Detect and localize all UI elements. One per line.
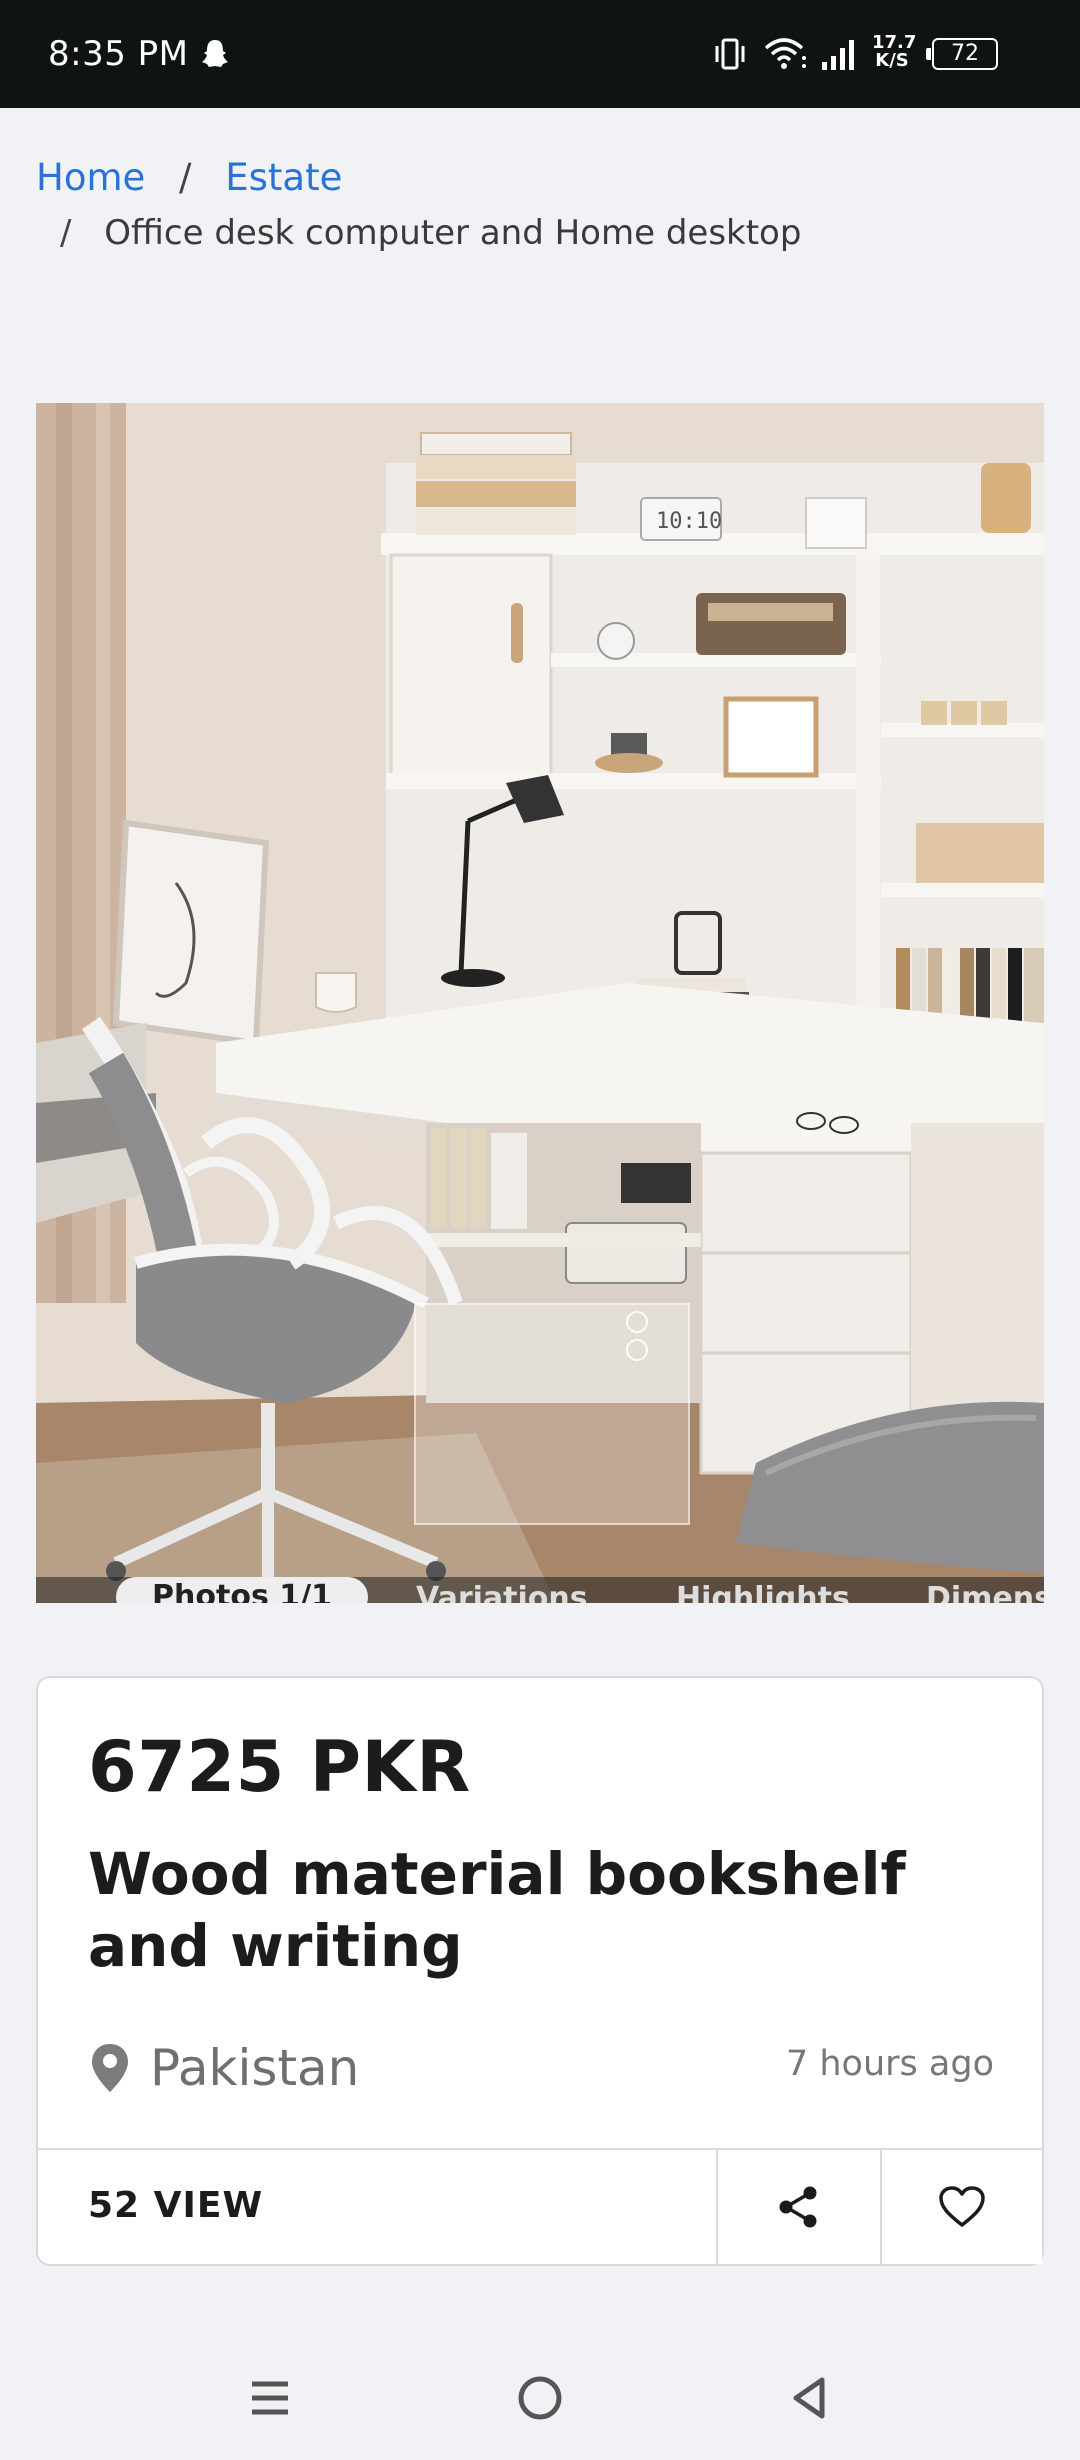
thumbnail-preview[interactable]: [414, 1303, 690, 1525]
status-bar: 8:35 PM 17.7 K/S 72: [0, 0, 1080, 108]
favorite-button[interactable]: [880, 2150, 1042, 2264]
tab-photos[interactable]: Photos 1/1: [116, 1577, 368, 1603]
breadcrumb-current: Office desk computer and Home desktop: [104, 213, 802, 253]
share-icon: [779, 2186, 817, 2228]
listing-card: 6725 PKR Wood material bookshelf and wri…: [36, 1676, 1044, 2266]
navigation-bar: [0, 2340, 1080, 2460]
tab-dimensions[interactable]: Dimensions: [926, 1581, 1044, 1603]
battery-icon: 72: [926, 38, 998, 70]
tab-highlights[interactable]: Highlights: [676, 1581, 850, 1603]
view-count: 52 VIEW: [88, 2185, 264, 2226]
location: Pakistan: [90, 2038, 359, 2098]
signal-icon: [822, 40, 854, 70]
breadcrumb: Home / Estate / Office desk computer and…: [36, 152, 1036, 262]
network-speed: 17.7 K/S: [872, 32, 917, 71]
location-text: Pakistan: [150, 2039, 360, 2097]
breadcrumb-separator: /: [60, 213, 72, 253]
svg-text:10:10: 10:10: [656, 509, 722, 534]
share-button[interactable]: [716, 2150, 880, 2264]
vibrate-icon: [715, 38, 745, 70]
posted-time: 7 hours ago: [785, 2044, 994, 2084]
snapchat-ghost-icon: [202, 40, 228, 67]
location-pin-icon: [92, 2044, 128, 2092]
listing-title: Wood material bookshelf and writing: [88, 1840, 906, 1980]
product-image[interactable]: 10:10 Photos 1/1 Variations Highlights D…: [36, 403, 1044, 1603]
back-triangle-icon[interactable]: [780, 2368, 840, 2428]
card-footer: 52 VIEW: [38, 2148, 1042, 2264]
price: 6725 PKR: [88, 1726, 471, 1808]
wifi-icon: [764, 38, 806, 69]
zoom-icon[interactable]: [626, 1339, 648, 1361]
home-circle-icon[interactable]: [510, 2368, 570, 2428]
tab-variations[interactable]: Variations: [416, 1581, 588, 1603]
breadcrumb-separator: /: [179, 156, 192, 199]
heart-icon: [939, 2186, 985, 2227]
menu-icon[interactable]: [240, 2368, 300, 2428]
status-time: 8:35 PM: [48, 34, 189, 74]
heart-icon[interactable]: [626, 1311, 648, 1333]
breadcrumb-estate-link[interactable]: Estate: [225, 156, 342, 199]
breadcrumb-home-link[interactable]: Home: [36, 156, 145, 199]
